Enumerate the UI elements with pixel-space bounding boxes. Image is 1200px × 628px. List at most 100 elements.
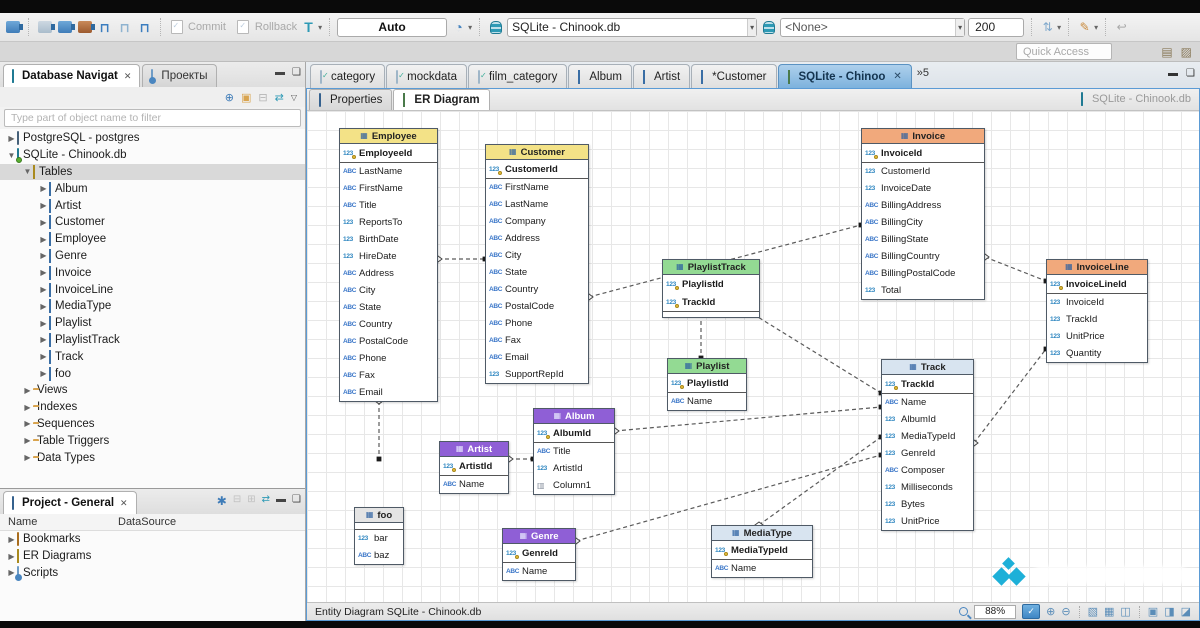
zoom-level-field[interactable]: 88%	[974, 605, 1016, 619]
sidebar-item-table-triggers[interactable]: ▶Table Triggers	[0, 432, 305, 449]
link-with-editor-icon[interactable]: ⇄	[275, 91, 284, 104]
zoom-in-icon[interactable]: ⊕	[1046, 605, 1055, 618]
tree-arrow-icon[interactable]: ▶	[22, 403, 33, 412]
entity-field-name[interactable]: ABCName	[503, 563, 575, 580]
entity-field-name[interactable]: ABCName	[668, 393, 746, 410]
entity-field-address[interactable]: ABCAddress	[340, 265, 437, 282]
entity-field-trackid[interactable]: 123TrackId	[1047, 311, 1147, 328]
tree-arrow-icon[interactable]: ▶	[6, 535, 17, 544]
perspective-dbeaver-icon[interactable]: ▤	[1161, 45, 1172, 59]
entity-field-albumid[interactable]: 123AlbumId	[534, 424, 614, 442]
entity-field-composer[interactable]: ABCComposer	[882, 462, 973, 479]
tree-arrow-icon[interactable]: ▶	[38, 285, 49, 294]
tree-arrow-icon[interactable]: ▶	[6, 134, 17, 143]
reconnect-icon[interactable]	[56, 19, 73, 36]
entity-field-quantity[interactable]: 123Quantity	[1047, 345, 1147, 362]
entity-field-mediatypeid[interactable]: 123MediaTypeId	[712, 541, 812, 559]
entity-field-billingstate[interactable]: ABCBillingState	[862, 231, 984, 248]
close-icon[interactable]: ✕	[120, 498, 128, 509]
export-image-icon[interactable]: ▣	[1148, 605, 1158, 618]
sidebar-item-playlisttrack[interactable]: ▶PlaylistTrack	[0, 332, 305, 349]
entity-header[interactable]: ▦Playlist	[668, 359, 746, 374]
entity-field-fax[interactable]: ABCFax	[340, 367, 437, 384]
commit-icon[interactable]	[168, 19, 185, 36]
tree-arrow-icon[interactable]: ▶	[38, 352, 49, 361]
transaction-mode-caret[interactable]: ▾	[318, 23, 322, 32]
connect-icon[interactable]	[4, 19, 21, 36]
tree-arrow-icon[interactable]: ▶	[38, 184, 49, 193]
entity-field-email[interactable]: ABCEmail	[340, 384, 437, 401]
entity-field-billingcity[interactable]: ABCBillingCity	[862, 214, 984, 231]
entity-field-billingcountry[interactable]: ABCBillingCountry	[862, 248, 984, 265]
minimize-view-icon[interactable]: ▬	[276, 494, 286, 508]
tab-database-navigator[interactable]: Database Navigat ✕	[3, 64, 140, 87]
entity-customer[interactable]: ▦Customer123CustomerIdABCFirstNameABCLas…	[485, 144, 589, 384]
entity-track[interactable]: ▦Track123TrackIdABCName123AlbumId123Medi…	[881, 359, 974, 531]
entity-album[interactable]: ▦Album123AlbumIdABCTitle123ArtistId▥Colu…	[533, 408, 615, 495]
entity-field-trackid[interactable]: 123TrackId	[663, 293, 759, 311]
schema-combo[interactable]: <None>▾	[780, 18, 965, 37]
collapse-all-icon[interactable]: ⊟	[258, 91, 267, 104]
connection-folder-icon[interactable]: ▣	[241, 91, 251, 104]
sidebar-item-foo[interactable]: ▶foo	[0, 365, 305, 382]
entity-field-invoiceid[interactable]: 123InvoiceId	[1047, 294, 1147, 311]
entity-field-playlistid[interactable]: 123PlaylistId	[663, 275, 759, 293]
entity-field-artistid[interactable]: 123ArtistId	[534, 460, 614, 477]
tree-arrow-icon[interactable]: ▶	[22, 386, 33, 395]
entity-field-artistid[interactable]: 123ArtistId	[440, 457, 508, 475]
entity-field-hiredate[interactable]: 123HireDate	[340, 248, 437, 265]
arrange-diagram-icon[interactable]: ◫	[1120, 605, 1130, 618]
minimize-view-icon[interactable]: ▬	[275, 67, 285, 78]
sidebar-item-customer[interactable]: ▶Customer	[0, 214, 305, 231]
sidebar-item-genre[interactable]: ▶Genre	[0, 248, 305, 265]
close-icon[interactable]: ✕	[124, 71, 132, 82]
entity-field-city[interactable]: ABCCity	[486, 247, 588, 264]
rollback-label[interactable]: Rollback	[255, 21, 297, 33]
entity-field-baz[interactable]: ABCbaz	[355, 547, 403, 564]
open-sql-script-icon[interactable]: ⊓	[116, 19, 133, 36]
sidebar-item-postgresql-postgres[interactable]: ▶PostgreSQL - postgres	[0, 130, 305, 147]
entity-field-billingpostalcode[interactable]: ABCBillingPostalCode	[862, 265, 984, 282]
new-sql-script-icon[interactable]: ⊓	[136, 19, 153, 36]
entity-field-invoicedate[interactable]: 123InvoiceDate	[862, 180, 984, 197]
project-item-er-diagrams[interactable]: ▶ER Diagrams	[0, 548, 305, 565]
entity-field-email[interactable]: ABCEmail	[486, 349, 588, 366]
column-name[interactable]: Name	[0, 516, 118, 528]
entity-field-postalcode[interactable]: ABCPostalCode	[486, 298, 588, 315]
entity-header[interactable]: ▦Artist	[440, 442, 508, 457]
editor-tab-album[interactable]: Album	[568, 64, 632, 88]
sidebar-item-playlist[interactable]: ▶Playlist	[0, 315, 305, 332]
entity-field-fax[interactable]: ABCFax	[486, 332, 588, 349]
quick-access-field[interactable]: Quick Access	[1016, 43, 1112, 60]
entity-header[interactable]: ▦Album	[534, 409, 614, 424]
editor-tab--customer[interactable]: *Customer	[691, 64, 776, 88]
entity-field-city[interactable]: ABCCity	[340, 282, 437, 299]
tab-projects[interactable]: Проекты	[142, 64, 216, 87]
new-connection-icon[interactable]: ⊕	[225, 91, 234, 104]
editor-tab-film-category[interactable]: film_category	[468, 64, 567, 88]
transaction-mode-icon[interactable]: T	[300, 19, 317, 36]
editor-tab-sqlite-chinoo[interactable]: SQLite - Chinoo✕	[778, 64, 912, 88]
sidebar-item-invoiceline[interactable]: ▶InvoiceLine	[0, 281, 305, 298]
sidebar-item-indexes[interactable]: ▶Indexes	[0, 399, 305, 416]
close-icon[interactable]: ✕	[893, 71, 901, 82]
sidebar-item-sequences[interactable]: ▶Sequences	[0, 416, 305, 433]
entity-field-albumid[interactable]: 123AlbumId	[882, 411, 973, 428]
entity-header[interactable]: ▦Employee	[340, 129, 437, 144]
tree-arrow-icon[interactable]: ▶	[38, 218, 49, 227]
view-menu-icon[interactable]: ▽	[291, 93, 297, 102]
editor-tab-category[interactable]: category	[310, 64, 385, 88]
entity-header[interactable]: ▦Track	[882, 360, 973, 375]
maximize-editor-icon[interactable]: ❏	[1186, 68, 1195, 79]
disconnect-icon[interactable]	[36, 19, 53, 36]
collapse-all-icon[interactable]: ⊟	[233, 494, 241, 508]
maximize-view-icon[interactable]: ❏	[292, 67, 301, 78]
tab-overflow-indicator[interactable]: »5	[917, 67, 929, 79]
link-with-editor-icon[interactable]: ⇄	[262, 494, 270, 508]
entity-field-trackid[interactable]: 123TrackId	[882, 375, 973, 393]
entity-field-unitprice[interactable]: 123UnitPrice	[882, 513, 973, 530]
entity-field-firstname[interactable]: ABCFirstName	[340, 180, 437, 197]
entity-field-country[interactable]: ABCCountry	[340, 316, 437, 333]
tab-er-diagram[interactable]: ER Diagram	[393, 89, 489, 110]
abort-connection-icon[interactable]	[76, 19, 93, 36]
